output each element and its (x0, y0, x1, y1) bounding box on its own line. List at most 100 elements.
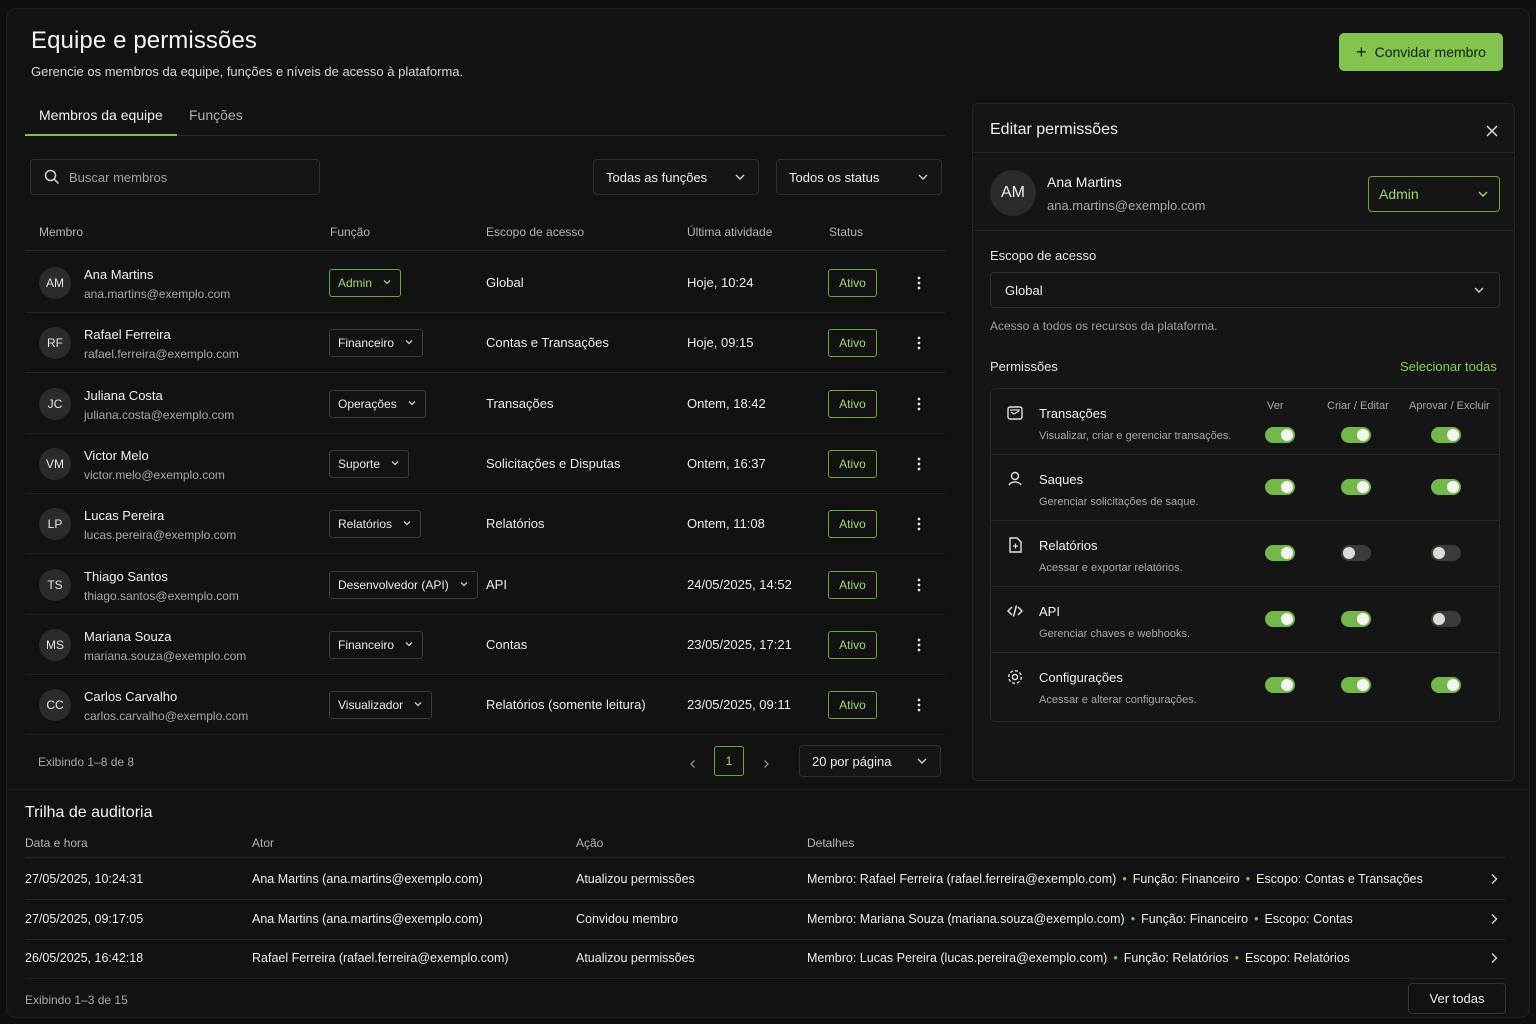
role-select[interactable]: Financeiro (329, 630, 424, 659)
close-panel-button[interactable] (1481, 120, 1503, 142)
permission-toggle-approve[interactable] (1431, 545, 1461, 561)
more-options-button[interactable] (909, 394, 929, 414)
col-approve-delete: Aprovar / Excluir (1409, 400, 1490, 412)
chevron-right-icon[interactable] (1487, 912, 1501, 926)
audit-action: Atualizou permissões (576, 872, 695, 886)
scope-value: Global (1005, 282, 1043, 298)
role-filter-select[interactable]: Todas as funções (593, 159, 759, 195)
view-all-button[interactable]: Ver todas (1408, 983, 1506, 1014)
permission-toggle-view[interactable] (1265, 611, 1295, 627)
table-row[interactable]: LP Lucas Pereira lucas.pereira@exemplo.com… (25, 494, 945, 555)
last-activity: Ontem, 16:37 (687, 455, 766, 471)
role-select[interactable]: Desenvolvedor (API) (329, 570, 478, 599)
search-input[interactable] (69, 169, 309, 185)
per-page-select[interactable]: 20 por página (799, 745, 941, 777)
toggle-knob (1447, 429, 1459, 441)
col-datetime: Data e hora (25, 836, 88, 850)
chevron-down-icon (404, 638, 414, 652)
table-row[interactable]: VM Victor Melo victor.melo@exemplo.com Supo… (25, 434, 945, 494)
table-row[interactable]: AM Ana Martins ana.martins@exemplo.com Admi… (25, 253, 945, 313)
more-options-button[interactable] (909, 575, 929, 595)
more-options-button[interactable] (909, 454, 929, 474)
permission-name: Saques (1039, 472, 1084, 487)
last-activity: 24/05/2025, 14:52 (687, 576, 792, 592)
panel-role-select[interactable]: Admin (1368, 176, 1500, 212)
avatar: LP (39, 508, 71, 541)
member-name: Rafael Ferreira (84, 327, 171, 343)
scope-select[interactable]: Global (990, 272, 1500, 308)
role-filter-value: Todas as funções (606, 169, 708, 185)
permission-toggle-edit[interactable] (1341, 427, 1371, 443)
scope-hint: Acesso a todos os recursos da plataforma… (990, 319, 1218, 333)
role-select[interactable]: Suporte (329, 449, 410, 478)
permission-toggle-view[interactable] (1265, 479, 1295, 495)
access-scope: Contas e Transações (486, 335, 609, 351)
bullet-icon: • (1245, 872, 1251, 886)
audit-detail-role: Função: Financeiro (1132, 872, 1240, 886)
role-value: Admin (338, 276, 373, 290)
avatar: VM (39, 447, 71, 480)
permission-toggle-edit[interactable] (1341, 479, 1371, 495)
panel-title: Editar permissões (990, 121, 1119, 138)
permission-toggle-edit[interactable] (1341, 677, 1371, 693)
scope-label: Escopo de acesso (990, 248, 1097, 263)
permission-toggle-view[interactable] (1265, 677, 1295, 693)
col-view: Ver (1267, 400, 1284, 412)
avatar: CC (39, 689, 71, 722)
role-select[interactable]: Admin (329, 269, 402, 297)
permission-toggle-edit[interactable] (1341, 611, 1371, 627)
permission-toggle-edit[interactable] (1341, 545, 1371, 561)
status-badge: Ativo (828, 269, 877, 297)
more-vertical-icon (917, 517, 921, 531)
status-filter-select[interactable]: Todos os status (776, 159, 942, 195)
member-email: ana.martins@exemplo.com (84, 287, 231, 301)
page-number-button[interactable]: 1 (714, 746, 744, 776)
more-options-button[interactable] (909, 695, 929, 715)
more-options-button[interactable] (909, 333, 929, 353)
previous-page-button[interactable] (683, 754, 703, 774)
more-options-button[interactable] (909, 514, 929, 534)
permission-toggle-approve[interactable] (1431, 479, 1461, 495)
role-select[interactable]: Relatórios (329, 510, 422, 539)
more-options-button[interactable] (909, 273, 929, 293)
tab-bar: Membros da equipe Funções (25, 103, 945, 136)
audit-row[interactable]: 27/05/2025, 10:24:31 Ana Martins (ana.mar… (25, 860, 1505, 900)
status-badge: Ativo (828, 630, 877, 659)
chevron-right-icon[interactable] (1487, 951, 1501, 965)
table-row[interactable]: JC Juliana Costa juliana.costa@exemplo.com… (25, 374, 945, 434)
table-row[interactable]: CC Carlos Carvalho carlos.carvalho@exemplo… (25, 675, 945, 736)
chevron-right-icon[interactable] (1487, 872, 1501, 886)
select-all-link[interactable]: Selecionar todas (1400, 359, 1497, 374)
permission-toggle-approve[interactable] (1431, 677, 1461, 693)
search-icon (44, 169, 59, 184)
audit-row[interactable]: 27/05/2025, 09:17:05 Ana Martins (ana.mar… (25, 900, 1505, 940)
next-page-button[interactable] (756, 754, 776, 774)
toggle-knob (1447, 679, 1459, 691)
more-options-button[interactable] (909, 635, 929, 655)
role-value: Suporte (338, 456, 381, 471)
permission-toggle-approve[interactable] (1431, 611, 1461, 627)
more-vertical-icon (917, 638, 921, 652)
role-select[interactable]: Visualizador (329, 691, 433, 720)
member-email: victor.melo@exemplo.com (84, 467, 225, 482)
status-badge: Ativo (828, 449, 877, 478)
role-select[interactable]: Operações (329, 389, 426, 418)
search-box[interactable] (30, 159, 320, 195)
permission-name: Transações (1039, 406, 1107, 421)
table-row[interactable]: TS Thiago Santos thiago.santos@exemplo.com… (25, 555, 945, 615)
permission-toggle-view[interactable] (1265, 427, 1295, 443)
audit-row[interactable]: 26/05/2025, 16:42:18 Rafael Ferreira (raf… (25, 939, 1505, 979)
permission-toggle-approve[interactable] (1431, 427, 1461, 443)
tab-team-members[interactable]: Membros da equipe (25, 103, 177, 136)
tab-roles[interactable]: Funções (175, 103, 257, 136)
table-row[interactable]: RF Rafael Ferreira rafael.ferreira@exemplo… (25, 313, 945, 374)
member-name: Victor Melo (84, 447, 149, 463)
role-select[interactable]: Financeiro (329, 329, 424, 358)
audit-datetime: 26/05/2025, 16:42:18 (25, 951, 144, 965)
avatar: AM (990, 170, 1036, 216)
table-row[interactable]: MS Mariana Souza mariana.souza@exemplo.com… (25, 615, 945, 675)
invite-member-button[interactable]: + Convidar membro (1339, 33, 1503, 71)
audit-datetime: 27/05/2025, 10:24:31 (25, 872, 144, 886)
permission-toggle-view[interactable] (1265, 545, 1295, 561)
toggle-knob (1281, 547, 1293, 559)
